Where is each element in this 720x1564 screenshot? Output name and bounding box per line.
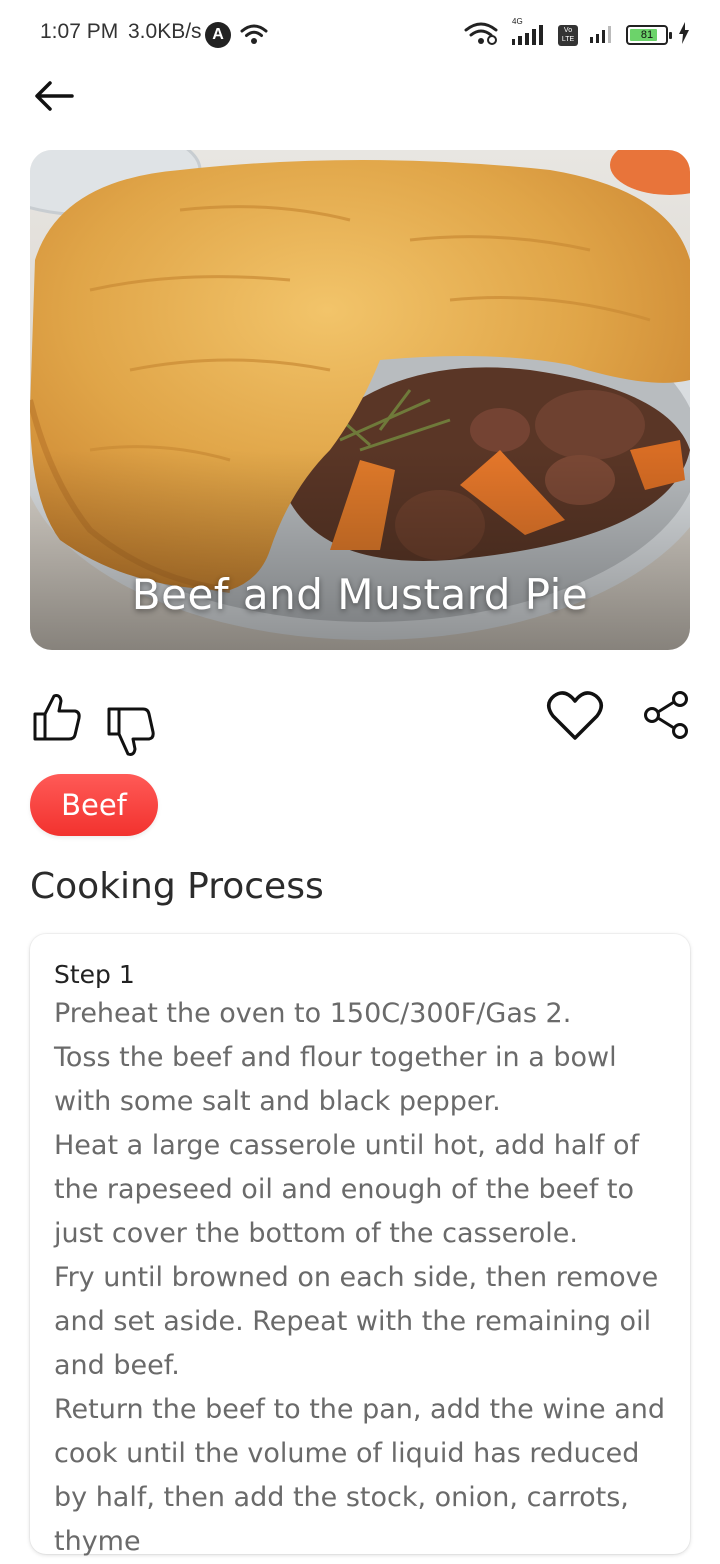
cellular-signal-icon: [588, 21, 616, 49]
section-title: Cooking Process: [30, 866, 324, 907]
back-button[interactable]: [30, 72, 78, 120]
battery-icon: 81: [626, 25, 672, 45]
status-time: 1:07 PM: [40, 20, 119, 43]
battery-percent: 81: [640, 29, 654, 41]
app-indicator-icon: A: [205, 22, 231, 48]
recipe-title: Beef and Mustard Pie: [131, 570, 589, 619]
category-chip[interactable]: Beef: [30, 774, 158, 836]
wifi-icon: [464, 20, 498, 50]
wifi-icon: [240, 22, 268, 50]
charging-icon: [678, 22, 690, 48]
step-label: Step 1: [54, 960, 135, 989]
heart-icon: [547, 691, 603, 740]
dislike-button[interactable]: [106, 706, 156, 762]
network-speed: 3.0KB/s: [128, 20, 202, 43]
share-icon: [644, 691, 688, 739]
step-instructions: Preheat the oven to 150C/300F/Gas 2. Tos…: [54, 998, 666, 1557]
thumbs-up-icon: [33, 694, 81, 741]
favorite-button[interactable]: [546, 690, 604, 746]
cellular-signal-icon: 4G: [508, 17, 548, 49]
volte-icon: Vo LTE: [558, 24, 578, 46]
thumbs-down-icon: [107, 707, 155, 756]
status-icons: 4G Vo LTE 81: [464, 17, 690, 50]
share-button[interactable]: [642, 690, 690, 744]
status-bar: 1:07 PM 3.0KB/s A 4G Vo LTE 81: [0, 0, 720, 70]
like-button[interactable]: [32, 692, 82, 746]
arrow-left-icon: [35, 81, 74, 111]
step-card: Step 1 Preheat the oven to 150C/300F/Gas…: [30, 934, 690, 1557]
